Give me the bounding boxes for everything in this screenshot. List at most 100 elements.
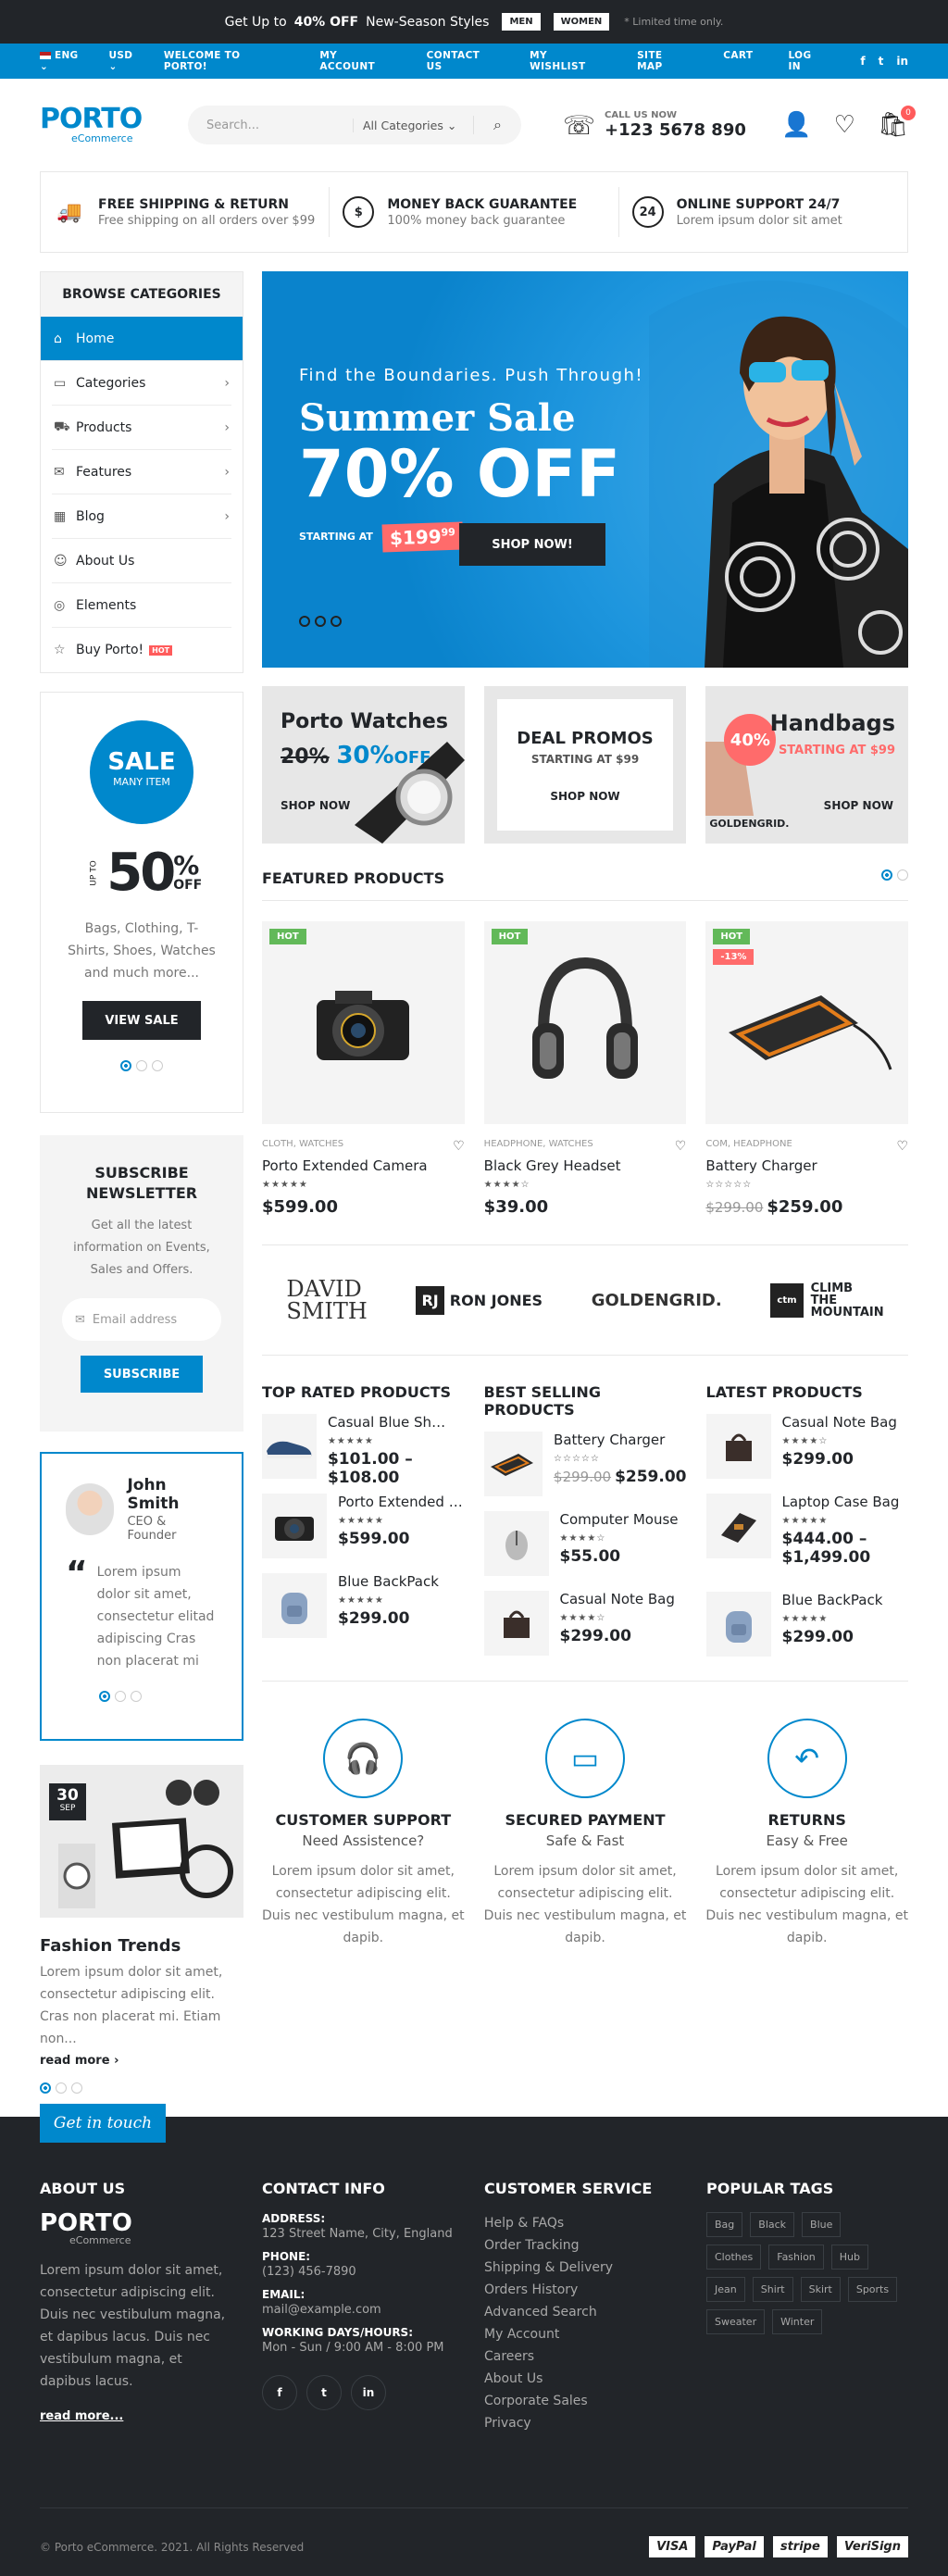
search-input[interactable]: Search... [206,119,353,132]
list-item[interactable]: Porto Extended Camera ★★★★★ $599.00 [262,1494,465,1558]
product-card[interactable]: HOT -13% COM, HEADPHONE ♡ Battery Charger… [705,921,909,1217]
top-nav-cart[interactable]: CART [723,50,753,72]
facebook-icon[interactable]: f [860,55,865,68]
tag-chip[interactable]: Skirt [800,2277,841,2302]
blog-read-more-link[interactable]: read more › [40,2054,243,2068]
product-thumb[interactable] [262,1573,327,1638]
carousel-dot[interactable] [136,1060,147,1071]
subscribe-button[interactable]: SUBSCRIBE [81,1356,203,1393]
product-name[interactable]: Blue BackPack [782,1592,907,1608]
top-nav-contact-us[interactable]: CONTACT US [427,50,494,72]
footer-read-more-link[interactable]: read more... [40,2409,262,2423]
product-name[interactable]: Battery Charger [554,1432,679,1448]
product-name[interactable]: Casual Blue Shoes [328,1414,453,1431]
tag-chip[interactable]: Blue [802,2212,842,2237]
product-thumb[interactable] [483,1591,549,1656]
footer-logo[interactable]: PORTO eCommerce [40,2211,262,2246]
search-category-select[interactable]: All Categories ⌄ [353,118,473,132]
category-item-about-us[interactable]: ☺ About Us [52,539,231,583]
footer-link[interactable]: Shipping & Delivery [484,2257,706,2279]
promo-women-button[interactable]: WOMEN [553,13,610,31]
list-item[interactable]: Casual Blue Shoes ★★★★★ $101.00 – $108.00 [262,1414,465,1487]
banner-watches[interactable]: Porto Watches 20% 30%OFF SHOP NOW [262,686,465,844]
wishlist-heart-icon[interactable]: ♡ [453,1139,465,1154]
twitter-icon[interactable]: t [879,55,884,68]
carousel-dot[interactable] [71,2082,82,2094]
wishlist-heart-icon[interactable]: ♡ [675,1139,687,1154]
list-item[interactable]: Casual Note Bag ★★★★☆ $299.00 [483,1591,687,1656]
brand-logo-david-smith[interactable]: DAVID SMITH [286,1278,367,1322]
phone-number[interactable]: +123 5678 890 [605,120,746,140]
view-sale-button[interactable]: VIEW SALE [82,1001,201,1040]
tag-chip[interactable]: Sweater [706,2309,766,2334]
user-icon[interactable]: 👤 [781,111,811,139]
top-nav-site-map[interactable]: SITE MAP [637,50,688,72]
tag-chip[interactable]: Jean [706,2277,745,2302]
wishlist-heart-icon[interactable]: ♡ [834,111,855,139]
category-item-products[interactable]: ⛟ Products › [52,406,231,450]
brand-logo-goldengrid[interactable]: GOLDENGRID. [592,1291,722,1310]
footer-link[interactable]: Help & FAQs [484,2212,706,2234]
category-item-elements[interactable]: ◎ Elements [52,583,231,628]
tag-chip[interactable]: Bag [706,2212,743,2237]
cart-icon[interactable]: 🛍 0 [878,106,916,139]
top-nav-my-account[interactable]: MY ACCOUNT [319,50,391,72]
carousel-dot[interactable] [315,616,326,627]
top-nav-log-in[interactable]: LOG IN [788,50,825,72]
tag-chip[interactable]: Clothes [706,2245,762,2270]
footer-link[interactable]: Advanced Search [484,2301,706,2323]
product-image[interactable]: HOT -13% [705,921,909,1124]
blog-title[interactable]: Fashion Trends [40,1936,243,1956]
banner-shop-now-link[interactable]: SHOP NOW [484,790,687,803]
carousel-dot[interactable] [115,1691,126,1702]
product-name[interactable]: Porto Extended Camera [262,1157,465,1174]
instagram-icon[interactable]: in [896,55,908,68]
tag-chip[interactable]: Shirt [752,2277,793,2302]
carousel-dot[interactable] [120,1060,131,1071]
product-name[interactable]: Porto Extended Camera [338,1494,463,1510]
logo[interactable]: PORTO eCommerce [40,105,179,144]
tag-chip[interactable]: Hub [830,2245,869,2270]
linkedin-icon[interactable]: in [351,2375,386,2410]
footer-link[interactable]: My Account [484,2323,706,2345]
banner-deal-promos[interactable]: DEAL PROMOS STARTING AT $99 SHOP NOW [483,686,687,844]
list-item[interactable]: Blue BackPack ★★★★★ $299.00 [705,1592,909,1657]
product-thumb[interactable] [262,1494,327,1558]
brand-logo-climb-the-mountain[interactable]: ctm CLIMB THE MOUNTAIN [770,1282,884,1319]
contact-phone[interactable]: (123) 456-7890 [262,2265,484,2279]
carousel-dot[interactable] [897,869,908,881]
search-icon[interactable]: ⌕ [473,116,521,134]
category-item-categories[interactable]: ▭ Categories › [52,361,231,406]
carousel-dot[interactable] [881,869,892,881]
footer-link[interactable]: Orders History [484,2279,706,2301]
carousel-dot[interactable] [152,1060,163,1071]
product-image[interactable]: HOT [262,921,465,1124]
carousel-dot[interactable] [131,1691,142,1702]
product-name[interactable]: Black Grey Headset [484,1157,687,1174]
list-item[interactable]: Casual Note Bag ★★★★☆ $299.00 [705,1414,909,1479]
product-thumb[interactable] [705,1414,771,1479]
footer-link[interactable]: About Us [484,2368,706,2390]
carousel-dot[interactable] [40,2082,51,2094]
list-item[interactable]: Laptop Case Bag ★★★★★ $444.00 – $1,499.00 [705,1494,909,1577]
product-name[interactable]: Battery Charger [705,1157,908,1174]
product-image[interactable]: HOT [483,921,687,1124]
category-item-blog[interactable]: ▦ Blog › [52,494,231,539]
product-thumb[interactable] [705,1592,771,1657]
product-card[interactable]: HOT CLOTH, WATCHES ♡ Porto Extended Camer… [262,921,465,1217]
category-item-home[interactable]: ⌂ Home [41,317,243,361]
language-select[interactable]: ENG ⌄ [40,50,89,72]
product-name[interactable]: Computer Mouse [560,1511,685,1528]
brand-logo-ron-jones[interactable]: RJ RON JONES [416,1285,543,1315]
footer-link[interactable]: Privacy [484,2412,706,2434]
banner-shop-now-link[interactable]: SHOP NOW [824,799,893,812]
product-name[interactable]: Blue BackPack [338,1573,463,1590]
get-in-touch-tab[interactable]: Get in touch [40,2104,166,2143]
footer-link[interactable]: Order Tracking [484,2234,706,2257]
blog-image[interactable]: 30 SEP [40,1765,243,1918]
top-nav-my-wishlist[interactable]: MY WISHLIST [530,50,602,72]
facebook-icon[interactable]: f [262,2375,297,2410]
category-item-buy-porto[interactable]: ☆ Buy Porto! HOT [52,628,231,672]
banner-handbags[interactable]: 40% Handbags STARTING AT $99 GOLDENGRID.… [705,686,909,844]
banner-shop-now-link[interactable]: SHOP NOW [281,799,350,812]
